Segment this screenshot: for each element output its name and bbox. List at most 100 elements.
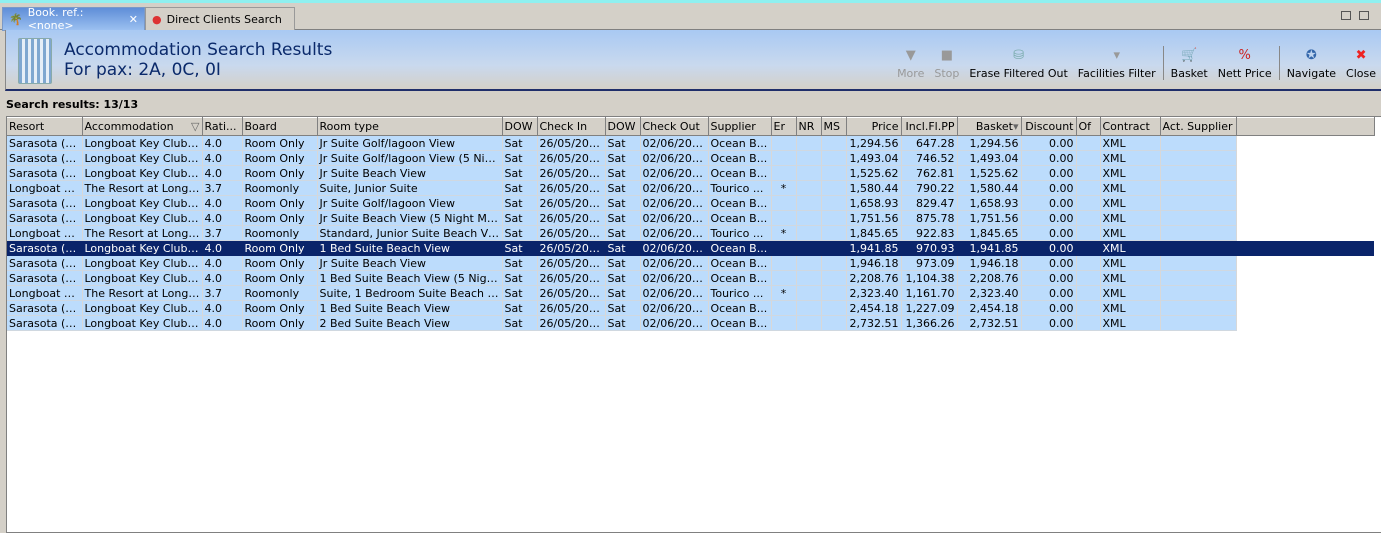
- table-cell: 762.81: [901, 165, 958, 181]
- table-cell: Jr Suite Beach View: [317, 165, 503, 181]
- table-row[interactable]: Sarasota (FL) Longboat Key Club &... 4.0 Ro…: [7, 315, 1374, 331]
- table-cell: Sarasota (FL): [7, 165, 83, 181]
- table-cell: 26/05/2018: [537, 210, 606, 226]
- table-cell: Sarasota (FL): [7, 300, 83, 316]
- table-cell: 1,104.38: [901, 270, 958, 286]
- tab-direct-clients-search[interactable]: ● Direct Clients Search: [145, 7, 295, 31]
- row-filler: [1236, 240, 1374, 256]
- table-cell: *: [771, 225, 797, 241]
- column-header[interactable]: Check In: [537, 117, 606, 136]
- maximize-button[interactable]: [1359, 11, 1369, 20]
- column-header[interactable]: Er: [771, 117, 797, 136]
- table-cell: [1076, 180, 1101, 196]
- close-tab-icon[interactable]: ✕: [129, 13, 138, 26]
- column-header[interactable]: Of: [1076, 117, 1101, 136]
- table-cell: Tourico ...: [708, 225, 772, 241]
- column-header[interactable]: DOW: [605, 117, 641, 136]
- table-cell: Room Only: [242, 300, 318, 316]
- tab-booking[interactable]: 🌴 Book. ref.: <none> ✕: [2, 6, 145, 32]
- pax-subtitle: For pax: 2A, 0C, 0I: [64, 60, 221, 80]
- table-cell: 2 Bed Suite Beach View: [317, 315, 503, 331]
- table-row[interactable]: Sarasota (FL) Longboat Key Club &... 4.0 Ro…: [7, 135, 1374, 151]
- table-cell: 0.00: [1021, 270, 1077, 286]
- table-cell: 1,294.56: [957, 135, 1022, 151]
- column-header[interactable]: MS: [821, 117, 847, 136]
- row-filler: [1236, 195, 1374, 211]
- table-row[interactable]: Sarasota (FL) Longboat Key Club &... 4.0 Ro…: [7, 300, 1374, 316]
- column-header[interactable]: Board: [242, 117, 318, 136]
- table-cell: [1076, 270, 1101, 286]
- table-cell: XML: [1100, 195, 1161, 211]
- more-button[interactable]: ▼ More: [892, 48, 929, 80]
- table-cell: Suite, Junior Suite: [317, 180, 503, 196]
- table-cell: 4.0: [202, 210, 243, 226]
- table-cell: [796, 270, 822, 286]
- table-cell: Ocean B...: [708, 270, 772, 286]
- table-cell: Jr Suite Beach View: [317, 255, 503, 271]
- nett-price-button[interactable]: % Nett Price: [1213, 48, 1277, 80]
- table-cell: Sat: [605, 255, 641, 271]
- table-row[interactable]: Longboat Key The Resort at Longb... 3.7 Roo…: [7, 180, 1374, 196]
- erase-icon: ⛁: [1013, 48, 1025, 63]
- column-header[interactable]: Room type: [317, 117, 503, 136]
- table-row[interactable]: Sarasota (FL) Longboat Key Club &... 4.0 Ro…: [7, 210, 1374, 226]
- stop-button[interactable]: ■ Stop: [929, 48, 964, 80]
- table-cell: Sarasota (FL): [7, 195, 83, 211]
- column-header[interactable]: Resort: [7, 117, 83, 136]
- navigate-button[interactable]: ✪ Navigate: [1282, 48, 1341, 80]
- table-cell: 4.0: [202, 315, 243, 331]
- table-cell: [1076, 240, 1101, 256]
- column-header[interactable]: Incl.Fl.PP: [901, 117, 958, 136]
- table-cell: 4.0: [202, 135, 243, 151]
- column-header[interactable]: Basket ▾: [957, 117, 1022, 136]
- erase-filtered-out-button[interactable]: ⛁ Erase Filtered Out: [964, 48, 1072, 80]
- table-cell: 02/06/2018: [640, 195, 709, 211]
- column-header[interactable]: DOW: [502, 117, 538, 136]
- column-header[interactable]: Act. Supplier: [1160, 117, 1237, 136]
- table-cell: 1,845.65: [846, 225, 902, 241]
- table-cell: 1,941.85: [846, 240, 902, 256]
- table-row[interactable]: Sarasota (FL) Longboat Key Club &... 4.0 Ro…: [7, 240, 1374, 256]
- row-filler: [1236, 225, 1374, 241]
- minimize-button[interactable]: [1341, 11, 1351, 20]
- column-header[interactable]: Contract: [1100, 117, 1161, 136]
- table-row[interactable]: Sarasota (FL) Longboat Key Club &... 4.0 Ro…: [7, 270, 1374, 286]
- column-header[interactable]: Accommodation ▽: [82, 117, 203, 136]
- table-cell: [821, 180, 847, 196]
- table-cell: Sat: [605, 135, 641, 151]
- table-row[interactable]: Longboat Key The Resort at Longb... 3.7 Roo…: [7, 285, 1374, 301]
- table-cell: Ocean B...: [708, 255, 772, 271]
- table-cell: Ocean B...: [708, 150, 772, 166]
- column-header[interactable]: Supplier: [708, 117, 772, 136]
- column-header[interactable]: NR: [796, 117, 822, 136]
- down-triangle-icon: ▼: [905, 48, 916, 63]
- table-row[interactable]: Sarasota (FL) Longboat Key Club &... 4.0 Ro…: [7, 150, 1374, 166]
- table-cell: Sarasota (FL): [7, 315, 83, 331]
- table-cell: 02/06/2018: [640, 315, 709, 331]
- table-row[interactable]: Sarasota (FL) Longboat Key Club &... 4.0 Ro…: [7, 195, 1374, 211]
- close-icon: ✖: [1355, 48, 1367, 63]
- table-cell: The Resort at Longb...: [82, 180, 203, 196]
- column-header[interactable]: Discount: [1021, 117, 1077, 136]
- column-header[interactable]: Rati...: [202, 117, 243, 136]
- facilities-filter-button[interactable]: ▾ Facilities Filter: [1073, 48, 1161, 80]
- table-row[interactable]: Sarasota (FL) Longboat Key Club &... 4.0 Ro…: [7, 255, 1374, 271]
- table-cell: Sat: [502, 210, 538, 226]
- table-cell: 0.00: [1021, 315, 1077, 331]
- table-cell: 4.0: [202, 240, 243, 256]
- table-cell: 1,161.70: [901, 285, 958, 301]
- column-header[interactable]: Price: [846, 117, 902, 136]
- table-cell: [1160, 225, 1237, 241]
- table-cell: XML: [1100, 165, 1161, 181]
- table-cell: [1076, 165, 1101, 181]
- table-cell: [1160, 315, 1237, 331]
- basket-button[interactable]: 🛒 Basket: [1166, 48, 1213, 80]
- close-button[interactable]: ✖ Close: [1341, 48, 1381, 80]
- table-cell: XML: [1100, 150, 1161, 166]
- table-cell: [796, 240, 822, 256]
- table-row[interactable]: Longboat Key The Resort at Longb... 3.7 Roo…: [7, 225, 1374, 241]
- column-header[interactable]: Check Out: [640, 117, 709, 136]
- table-row[interactable]: Sarasota (FL) Longboat Key Club &... 4.0 Ro…: [7, 165, 1374, 181]
- table-cell: [1160, 270, 1237, 286]
- table-cell: XML: [1100, 135, 1161, 151]
